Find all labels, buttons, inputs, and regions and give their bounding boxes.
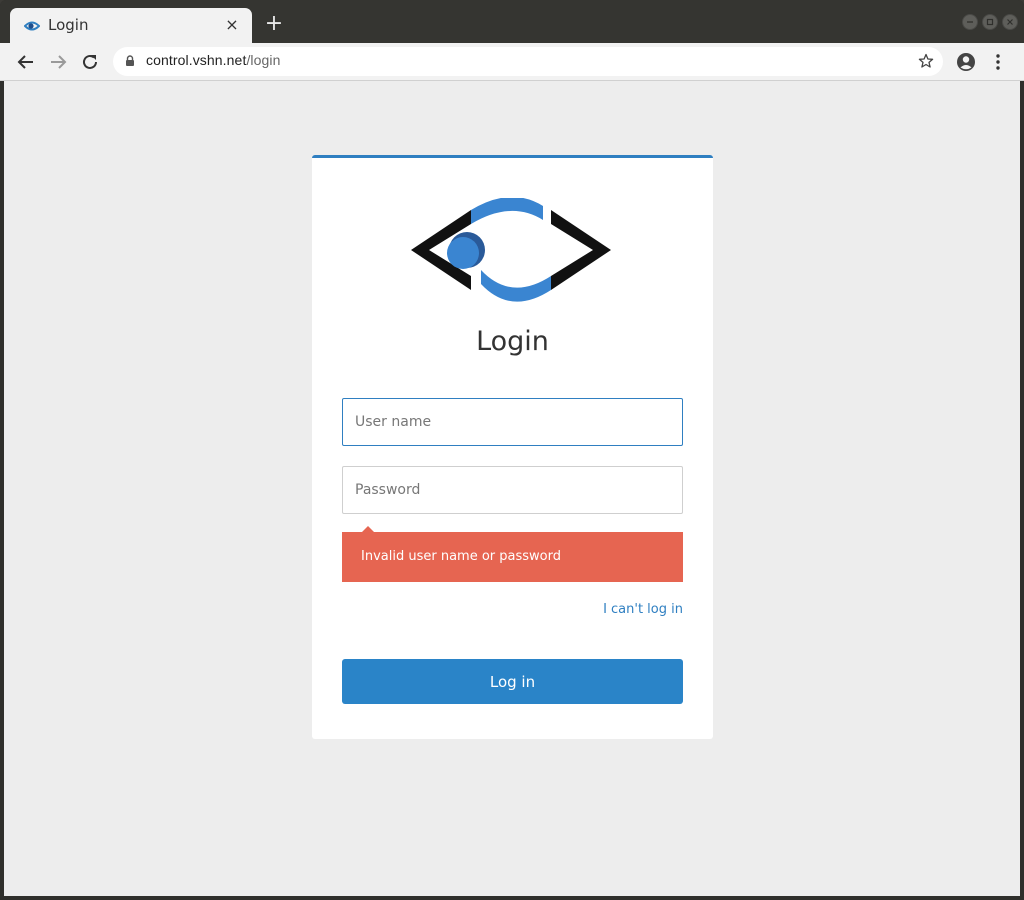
username-input[interactable] — [342, 398, 683, 446]
new-tab-button[interactable]: + — [262, 12, 286, 36]
account-icon[interactable] — [955, 51, 977, 73]
close-icon[interactable] — [1002, 14, 1018, 30]
url-text: control.vshn.net/login — [146, 52, 281, 68]
maximize-icon[interactable] — [982, 14, 998, 30]
forward-arrow-icon[interactable] — [47, 51, 69, 73]
login-button[interactable]: Log in — [342, 659, 683, 704]
address-bar[interactable]: control.vshn.net/login — [113, 47, 943, 76]
reload-icon[interactable] — [79, 51, 101, 73]
tab-login[interactable]: Login × — [10, 8, 252, 43]
password-input[interactable] — [342, 466, 683, 514]
menu-kebab-icon[interactable] — [987, 51, 1009, 73]
tab-title: Login — [48, 16, 89, 34]
cant-login-link[interactable]: I can't log in — [603, 602, 683, 617]
lock-icon — [126, 55, 134, 66]
page-viewport: Login Invalid user name or password I ca… — [4, 81, 1020, 896]
tab-close-icon[interactable]: × — [222, 15, 242, 35]
page-title: Login — [476, 326, 549, 357]
eye-favicon-icon — [24, 21, 40, 31]
star-icon[interactable] — [918, 53, 934, 69]
tab-strip: Login × + — [0, 0, 1024, 43]
minimize-icon[interactable] — [962, 14, 978, 30]
login-card: Login Invalid user name or password I ca… — [312, 155, 713, 739]
back-arrow-icon[interactable] — [15, 51, 37, 73]
browser-window: Login × + control.vshn.net/login Login U… — [0, 0, 1024, 900]
url-path: /login — [246, 52, 281, 68]
browser-toolbar: control.vshn.net/login — [0, 43, 1024, 81]
vshn-eye-logo — [411, 198, 611, 302]
error-message: Invalid user name or password — [342, 526, 683, 582]
url-host: control.vshn.net — [146, 52, 247, 68]
